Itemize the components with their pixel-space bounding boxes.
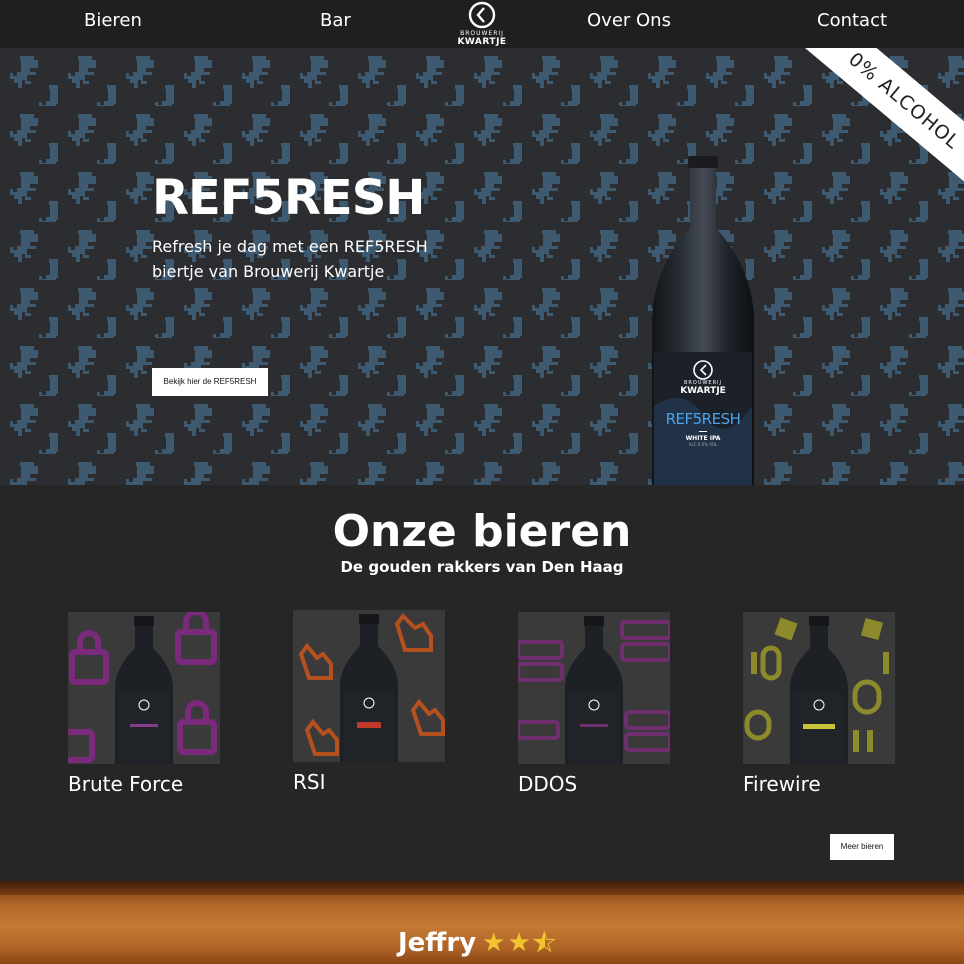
nav-bar[interactable]: Bar: [320, 10, 351, 31]
bottle-brand: KWARTJE: [680, 386, 726, 396]
beer-name: DDOS: [518, 772, 578, 796]
more-beers-button[interactable]: Meer bieren: [830, 834, 894, 860]
beers-section-subtitle: De gouden rakkers van Den Haag: [340, 558, 624, 576]
logo-bottom-text: KWARTJE: [457, 37, 507, 47]
beer-card-ddos[interactable]: DDOS: [518, 612, 670, 796]
cursor-hand-pattern-bottle-image: [293, 610, 445, 762]
binary-pattern-bottle-image: [743, 612, 895, 764]
star-half-icon: ★★: [532, 928, 558, 959]
nav-over-ons[interactable]: Over Ons: [587, 10, 671, 31]
bottle-label: BROUWERIJ KWARTJE REF5RESH WHITE IPA ALC…: [650, 380, 756, 447]
padlock-pattern-bottle-image: [68, 612, 220, 764]
reviewer-name: Jeffry: [398, 928, 477, 958]
bottle-name: REF5RESH: [665, 410, 741, 428]
hero-cta-button[interactable]: Bekijk hier de REF5RESH: [152, 368, 268, 396]
beer-name: Brute Force: [68, 772, 184, 796]
beer-card-rsi[interactable]: RSI: [293, 610, 445, 794]
beer-image: [743, 612, 895, 764]
beer-image: [293, 610, 445, 762]
beers-section-title: Onze bieren: [332, 506, 632, 557]
hero-subtitle: Refresh je dag met een REF5RESH biertje …: [152, 237, 428, 281]
star-full-icon: ★: [507, 928, 533, 958]
beer-name: RSI: [293, 770, 326, 794]
alcohol-ribbon: 0% ALCOHOL: [794, 48, 964, 198]
hero-title: REF5RESH: [152, 170, 425, 226]
beer-name: Firewire: [743, 772, 821, 796]
alcohol-ribbon-text: 0% ALCOHOL: [794, 48, 964, 198]
beer-image: [518, 612, 670, 764]
beer-card-brute-force[interactable]: Brute Force: [68, 612, 220, 796]
bottle-abv: ALC 0.0% VOL: [688, 442, 718, 447]
server-pattern-bottle-image: [518, 612, 670, 764]
logo-k-icon: [468, 1, 496, 29]
beer-card-firewire[interactable]: Firewire: [743, 612, 895, 796]
bottle-type: WHITE IPA: [685, 435, 721, 442]
brand-logo[interactable]: BROUWERIJ KWARTJE: [452, 1, 512, 47]
logo-top-text: BROUWERIJ: [460, 30, 504, 37]
nav-bieren[interactable]: Bieren: [84, 10, 142, 31]
review-stars: ★★★★: [482, 928, 558, 959]
beer-image: [68, 612, 220, 764]
star-full-icon: ★: [482, 928, 508, 958]
top-nav: Bieren Bar BROUWERIJ KWARTJE Over Ons Co…: [0, 0, 964, 48]
beer-foam: [0, 881, 964, 895]
nav-contact[interactable]: Contact: [817, 10, 887, 31]
